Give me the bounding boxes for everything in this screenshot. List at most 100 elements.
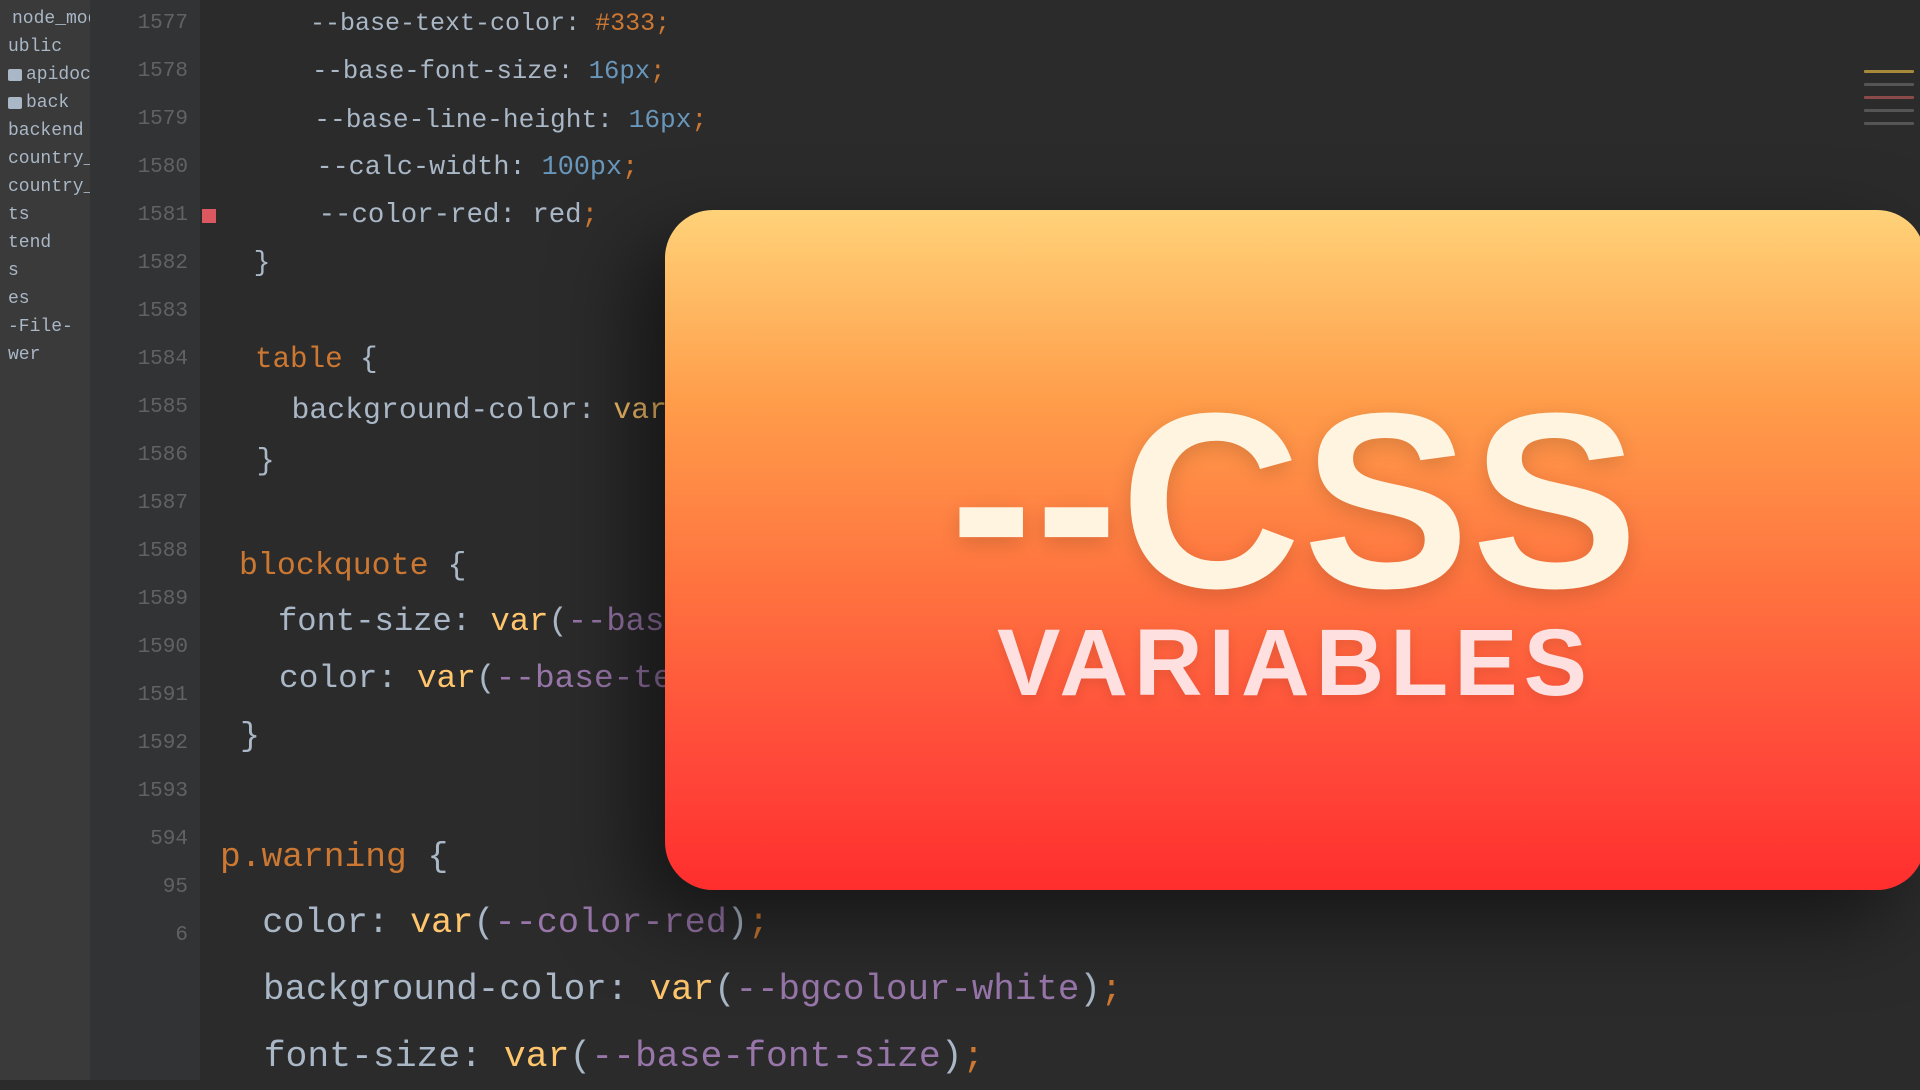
- code-token: #333: [595, 9, 655, 38]
- line-number[interactable]: 1591: [90, 672, 188, 720]
- code-token: (: [473, 903, 494, 943]
- code-token: {: [407, 838, 449, 877]
- code-token: (: [476, 660, 496, 697]
- code-token: ;: [963, 1036, 985, 1077]
- line-number[interactable]: 1593: [90, 768, 188, 816]
- code-token: --base-line-height: [314, 105, 597, 135]
- overlay-title: --CSS: [950, 382, 1641, 620]
- line-number[interactable]: 1582: [90, 240, 188, 288]
- code-token: :: [460, 1036, 504, 1077]
- code-line[interactable]: --base-font-size: 16px;: [200, 48, 1920, 96]
- code-token: red: [532, 200, 581, 231]
- code-line[interactable]: font-size: var(--base-font-size);: [200, 1024, 1920, 1090]
- line-number[interactable]: 1583: [90, 288, 188, 336]
- line-number[interactable]: 1581: [90, 192, 188, 240]
- line-number[interactable]: 6: [90, 912, 188, 960]
- code-token: :: [499, 200, 532, 231]
- code-token: ;: [1101, 969, 1122, 1010]
- code-token: ;: [582, 200, 598, 231]
- line-number[interactable]: 1587: [90, 480, 188, 528]
- code-token: (: [548, 603, 567, 640]
- code-token: var: [410, 903, 473, 943]
- code-token: (: [714, 969, 735, 1010]
- code-token: var: [613, 393, 667, 427]
- code-token: 16px: [629, 105, 692, 135]
- code-token: font-size: [264, 1036, 461, 1077]
- code-token: font-size: [278, 603, 452, 640]
- code-line[interactable]: --base-line-height: 16px;: [200, 96, 1920, 144]
- code-token: var: [650, 969, 714, 1010]
- code-token: ): [727, 903, 748, 943]
- code-token: var: [417, 660, 476, 697]
- code-token: :: [578, 393, 614, 427]
- code-token: :: [597, 105, 628, 135]
- code-token: ;: [655, 9, 670, 38]
- minimap-marker: [1864, 122, 1914, 125]
- code-token: color: [279, 660, 377, 697]
- code-token: ): [941, 1036, 963, 1077]
- file-tree-label: backend: [8, 121, 84, 141]
- line-number[interactable]: 1592: [90, 720, 188, 768]
- line-number-gutter: 1577157815791580158115821583158415851586…: [90, 0, 200, 1080]
- code-token: ;: [650, 57, 665, 86]
- file-tree-label: tend: [8, 233, 51, 253]
- code-line[interactable]: --calc-width: 100px;: [200, 144, 1920, 192]
- code-token: ;: [622, 153, 638, 183]
- line-number[interactable]: 95: [90, 864, 188, 912]
- line-number[interactable]: 594: [90, 816, 188, 864]
- code-token: var: [490, 603, 548, 640]
- code-token: :: [509, 153, 541, 183]
- code-token: background-color: [263, 969, 607, 1010]
- minimap[interactable]: [1864, 70, 1914, 140]
- code-token: ;: [748, 903, 769, 943]
- line-number[interactable]: 1585: [90, 384, 188, 432]
- overlay-subtitle: VARIABLES: [997, 609, 1593, 718]
- code-token: {: [429, 549, 467, 584]
- line-number[interactable]: 1577: [90, 0, 188, 48]
- code-token: :: [377, 660, 416, 697]
- code-token: --color-red: [495, 903, 727, 943]
- line-number[interactable]: 1579: [90, 96, 188, 144]
- code-token: --base-text-color: [310, 9, 565, 38]
- line-number[interactable]: 1580: [90, 144, 188, 192]
- minimap-marker: [1864, 109, 1914, 112]
- code-token: }: [256, 445, 274, 479]
- line-number[interactable]: 1590: [90, 624, 188, 672]
- code-token: :: [565, 9, 595, 38]
- code-token: ): [1079, 969, 1100, 1010]
- code-line[interactable]: color: var(--color-red);: [200, 890, 1920, 956]
- code-token: ;: [691, 105, 707, 135]
- code-line[interactable]: --base-text-color: #333;: [200, 0, 1920, 48]
- file-tree-label: ts: [8, 205, 30, 225]
- folder-icon: [8, 97, 22, 109]
- line-number[interactable]: 1588: [90, 528, 188, 576]
- code-token: --base-font-size: [591, 1036, 940, 1077]
- file-tree-label: s: [8, 261, 19, 281]
- file-tree-label: es: [8, 289, 30, 309]
- code-token: (: [569, 1036, 591, 1077]
- folder-icon: [8, 69, 22, 81]
- line-number[interactable]: 1586: [90, 432, 188, 480]
- code-token: :: [368, 903, 410, 943]
- code-token: p: [220, 838, 241, 877]
- title-overlay-card: --CSS VARIABLES: [665, 210, 1920, 890]
- code-token: }: [254, 248, 271, 279]
- code-token: :: [558, 57, 589, 86]
- line-number[interactable]: 1589: [90, 576, 188, 624]
- code-token: .warning: [241, 838, 407, 877]
- code-token: :: [452, 603, 491, 640]
- minimap-marker: [1864, 96, 1914, 99]
- code-token: blockquote: [239, 549, 429, 584]
- code-token: --bgcolour-white: [736, 969, 1080, 1010]
- line-number[interactable]: 1578: [90, 48, 188, 96]
- minimap-marker: [1864, 83, 1914, 86]
- code-token: --calc-width: [317, 153, 510, 183]
- line-number[interactable]: 1584: [90, 336, 188, 384]
- code-token: var: [504, 1036, 570, 1077]
- code-line[interactable]: background-color: var(--bgcolour-white);: [200, 956, 1920, 1024]
- code-token: :: [607, 969, 650, 1010]
- code-token: background-color: [292, 393, 578, 427]
- code-token: 16px: [589, 57, 650, 86]
- code-token: }: [240, 718, 260, 756]
- code-token: table: [255, 343, 343, 376]
